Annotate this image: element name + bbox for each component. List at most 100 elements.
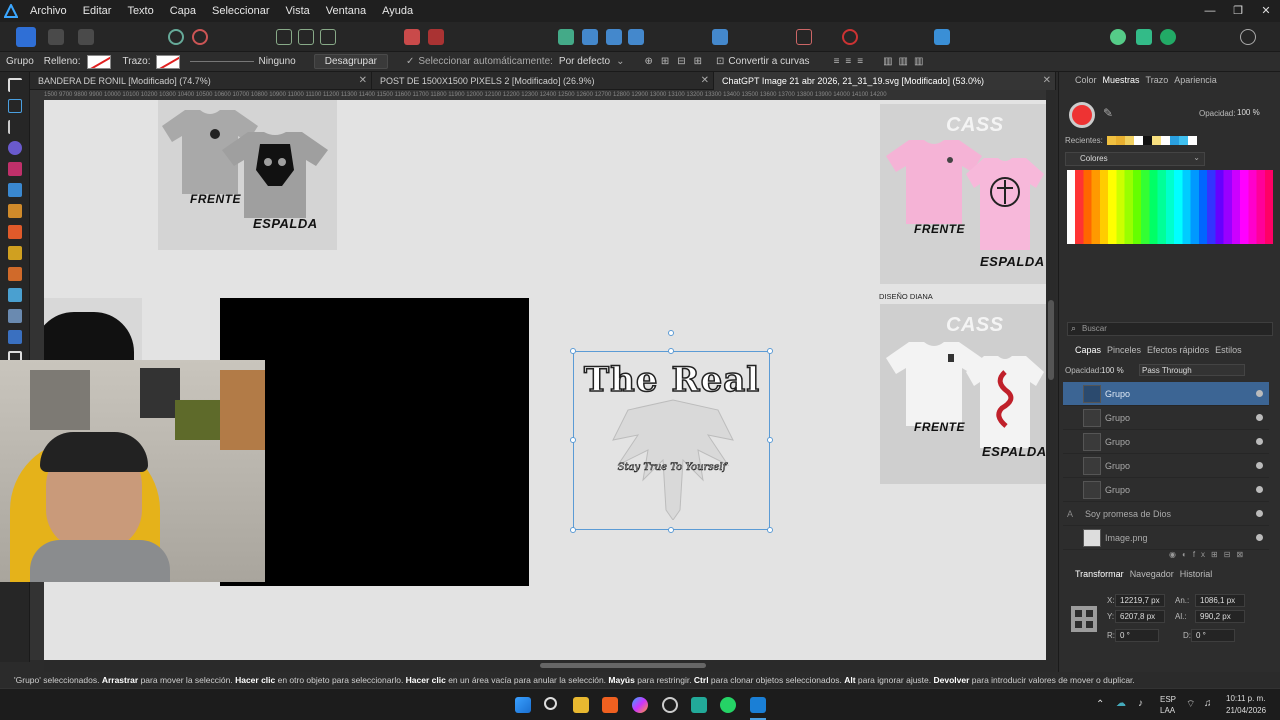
black-rectangle[interactable] [220, 298, 529, 586]
rotate-right-icon[interactable] [628, 29, 644, 45]
boolean-subtract-icon[interactable] [428, 29, 444, 45]
opacity-value[interactable]: 100 % [1237, 108, 1260, 117]
mockup-white-tshirts[interactable]: CASS FRENTE ESPALDA [880, 304, 1046, 484]
volume-icon[interactable]: ♫ [1204, 698, 1212, 709]
menu-texto[interactable]: Texto [119, 5, 161, 17]
gradient-tool-icon[interactable] [8, 246, 22, 260]
menu-seleccionar[interactable]: Seleccionar [204, 5, 277, 17]
boolean-add-icon[interactable] [404, 29, 420, 45]
node-tool-icon[interactable] [8, 120, 22, 134]
layer-row[interactable]: Image.png [1063, 526, 1269, 550]
visibility-icon[interactable] [1256, 486, 1263, 493]
tab-history[interactable]: Historial [1180, 569, 1213, 579]
ungroup-button[interactable]: Desagrupar [313, 54, 388, 69]
distribute-buttons[interactable]: ▥▥▥ [883, 56, 929, 67]
settings-icon[interactable] [192, 29, 208, 45]
search-icon[interactable] [544, 697, 557, 710]
file-explorer-icon[interactable] [573, 697, 589, 713]
mockup-pink-tshirts[interactable]: CASS FRENTE ESPALDA [880, 104, 1046, 284]
rotation-field[interactable]: 0 ° [1115, 629, 1159, 642]
tab-color[interactable]: Color [1075, 75, 1097, 85]
tab-swatches[interactable]: Muestras [1103, 75, 1140, 85]
grid-icon[interactable]: ⊞ [694, 56, 702, 67]
text-tool-icon[interactable] [8, 309, 22, 323]
start-icon[interactable] [515, 697, 531, 713]
chatgpt-icon[interactable] [662, 697, 678, 713]
tab-navigator[interactable]: Navegador [1130, 569, 1174, 579]
maximize-button[interactable]: ❐ [1224, 0, 1252, 22]
blend-mode-dropdown[interactable]: Pass Through [1139, 364, 1245, 376]
auto-select-dropdown[interactable]: Por defecto [559, 56, 610, 67]
assistant-icon[interactable] [934, 29, 950, 45]
minimize-button[interactable]: — [1196, 0, 1224, 22]
stroke-style-value[interactable]: Ninguno [258, 56, 295, 67]
layer-row[interactable]: Grupo [1063, 454, 1269, 478]
tab-styles[interactable]: Estilos [1215, 345, 1242, 355]
cloud-icon[interactable]: ☁ [1116, 698, 1126, 709]
layer-row[interactable]: A Soy promesa de Dios [1063, 502, 1269, 526]
layer-row-selected[interactable]: Grupo [1063, 382, 1269, 406]
arrange-icon[interactable]: ⊟ [677, 56, 685, 67]
align-distribute-icon[interactable]: ⊞ [661, 56, 669, 67]
recent-swatches[interactable] [1107, 136, 1197, 145]
pencil-tool-icon[interactable] [8, 183, 22, 197]
layer-row[interactable]: Grupo [1063, 430, 1269, 454]
search-field[interactable]: ⌕ Buscar [1067, 322, 1273, 336]
rotate-left-icon[interactable] [606, 29, 622, 45]
mockup-hoodie[interactable] [44, 298, 142, 360]
shear-field[interactable]: 0 ° [1191, 629, 1235, 642]
rotate-handle[interactable] [668, 330, 674, 336]
flip-vertical-icon[interactable] [582, 29, 598, 45]
menu-editar[interactable]: Editar [75, 5, 120, 17]
fill-swatch[interactable] [86, 54, 111, 69]
width-field[interactable]: 1086,1 px [1195, 594, 1245, 607]
visibility-icon[interactable] [1256, 462, 1263, 469]
color-picker-icon[interactable] [842, 29, 858, 45]
convert-to-curves-button[interactable]: Convertir a curvas [728, 56, 809, 67]
snap-object-icon[interactable] [320, 29, 336, 45]
tab-transform[interactable]: Transformar [1075, 569, 1124, 579]
vertical-scrollbar[interactable] [1046, 90, 1056, 660]
clock-date[interactable]: 21/04/2026 [1226, 706, 1266, 715]
world-icon[interactable] [1160, 29, 1176, 45]
handle-top[interactable] [668, 348, 674, 354]
height-field[interactable]: 990,2 px [1195, 610, 1245, 623]
gear-icon[interactable] [168, 29, 184, 45]
tab-quick-effects[interactable]: Efectos rápidos [1147, 345, 1209, 355]
menu-archivo[interactable]: Archivo [22, 5, 75, 17]
tab-appearance[interactable]: Apariencia [1174, 75, 1217, 85]
designer-persona-icon[interactable] [16, 27, 36, 47]
constraints-icon[interactable] [796, 29, 812, 45]
whatsapp-icon[interactable] [720, 697, 736, 713]
menu-vista[interactable]: Vista [278, 5, 318, 17]
tab-bandera-de-ronil[interactable]: BANDERA DE RONIL [Modificado] (74.7%) ✕ [30, 72, 372, 90]
tab-chatgpt-image[interactable]: ChatGPT Image 21 abr 2026, 21_31_19.svg … [714, 72, 1056, 90]
layer-row[interactable]: Grupo [1063, 478, 1269, 502]
affinity-designer-icon[interactable] [750, 697, 766, 713]
close-icon[interactable]: ✕ [359, 72, 367, 90]
fill-tool-icon[interactable] [8, 225, 22, 239]
pen-tool-icon[interactable] [8, 162, 22, 176]
move-tool-icon[interactable] [8, 78, 22, 92]
stroke-width-slider[interactable] [190, 61, 255, 62]
pixel-persona-icon[interactable] [48, 29, 64, 45]
shape-tool-icon[interactable] [8, 288, 22, 302]
stroke-swatch[interactable] [156, 54, 181, 69]
clock-time[interactable]: 10:11 p. m. [1226, 694, 1265, 703]
selection-box[interactable] [570, 330, 773, 533]
handle-right[interactable] [767, 437, 773, 443]
keyboard-layout[interactable]: LAA [1160, 706, 1175, 715]
image-tool-icon[interactable] [8, 330, 22, 344]
menu-ayuda[interactable]: Ayuda [374, 5, 421, 17]
handle-bottom[interactable] [668, 527, 674, 533]
handle-left[interactable] [570, 437, 576, 443]
layer-row[interactable]: Grupo [1063, 406, 1269, 430]
close-window-button[interactable]: ✕ [1252, 0, 1280, 22]
visibility-icon[interactable] [1256, 414, 1263, 421]
tray-chevron-icon[interactable]: ⌃ [1096, 699, 1104, 710]
mockup-grey-tshirts[interactable]: FRENTE ESPALDA [158, 100, 337, 250]
align-buttons[interactable]: ≡≡≡ [834, 56, 870, 67]
export-persona-icon[interactable] [78, 29, 94, 45]
account-icon[interactable] [1240, 29, 1256, 45]
visibility-icon[interactable] [1256, 390, 1263, 397]
